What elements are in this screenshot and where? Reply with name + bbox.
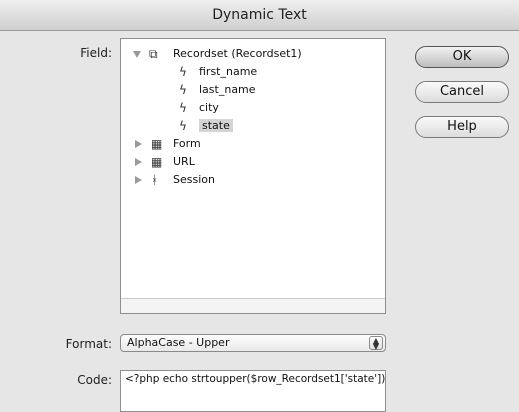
tree-item-state[interactable]: state: [199, 117, 233, 135]
format-select-value: AlphaCase - Upper: [127, 336, 230, 349]
expand-triangle-icon[interactable]: [135, 176, 142, 184]
field-label: Field:: [80, 46, 112, 60]
window-title: Dynamic Text: [0, 0, 519, 31]
tree-item-state-label: state: [199, 119, 233, 132]
updown-arrows-icon: ▲ ▼: [369, 336, 383, 351]
field-tree[interactable]: ⧉ Recordset (Recordset1) ϟ first_name ϟ …: [120, 38, 386, 314]
ok-button[interactable]: OK: [415, 46, 509, 68]
tree-item-url[interactable]: URL: [173, 153, 195, 171]
tree-item-form[interactable]: Form: [173, 135, 201, 153]
horizontal-scrollbar[interactable]: [121, 298, 385, 313]
format-select[interactable]: AlphaCase - Upper ▲ ▼: [120, 334, 386, 352]
lightning-icon: ϟ: [179, 101, 187, 115]
lightning-icon: ϟ: [179, 119, 187, 133]
tree-item-last-name[interactable]: last_name: [199, 81, 256, 99]
session-icon: ᚼ: [151, 173, 159, 187]
expand-triangle-icon[interactable]: [135, 158, 142, 166]
lightning-icon: ϟ: [179, 83, 187, 97]
url-icon: ▦: [151, 155, 163, 169]
help-button[interactable]: Help: [415, 116, 509, 138]
form-icon: ▦: [151, 137, 163, 151]
recordset-icon: ⧉: [149, 47, 158, 61]
format-label: Format:: [65, 337, 112, 351]
tree-item-recordset[interactable]: Recordset (Recordset1): [173, 45, 302, 63]
expand-triangle-icon[interactable]: [133, 51, 141, 58]
code-label: Code:: [77, 373, 112, 387]
tree-item-session[interactable]: Session: [173, 171, 215, 189]
tree-item-city[interactable]: city: [199, 99, 219, 117]
lightning-icon: ϟ: [179, 65, 187, 79]
tree-item-first-name[interactable]: first_name: [199, 63, 257, 81]
cancel-button[interactable]: Cancel: [415, 81, 509, 103]
code-field[interactable]: <?php echo strtoupper($row_Recordset1['s…: [120, 370, 386, 412]
expand-triangle-icon[interactable]: [135, 140, 142, 148]
